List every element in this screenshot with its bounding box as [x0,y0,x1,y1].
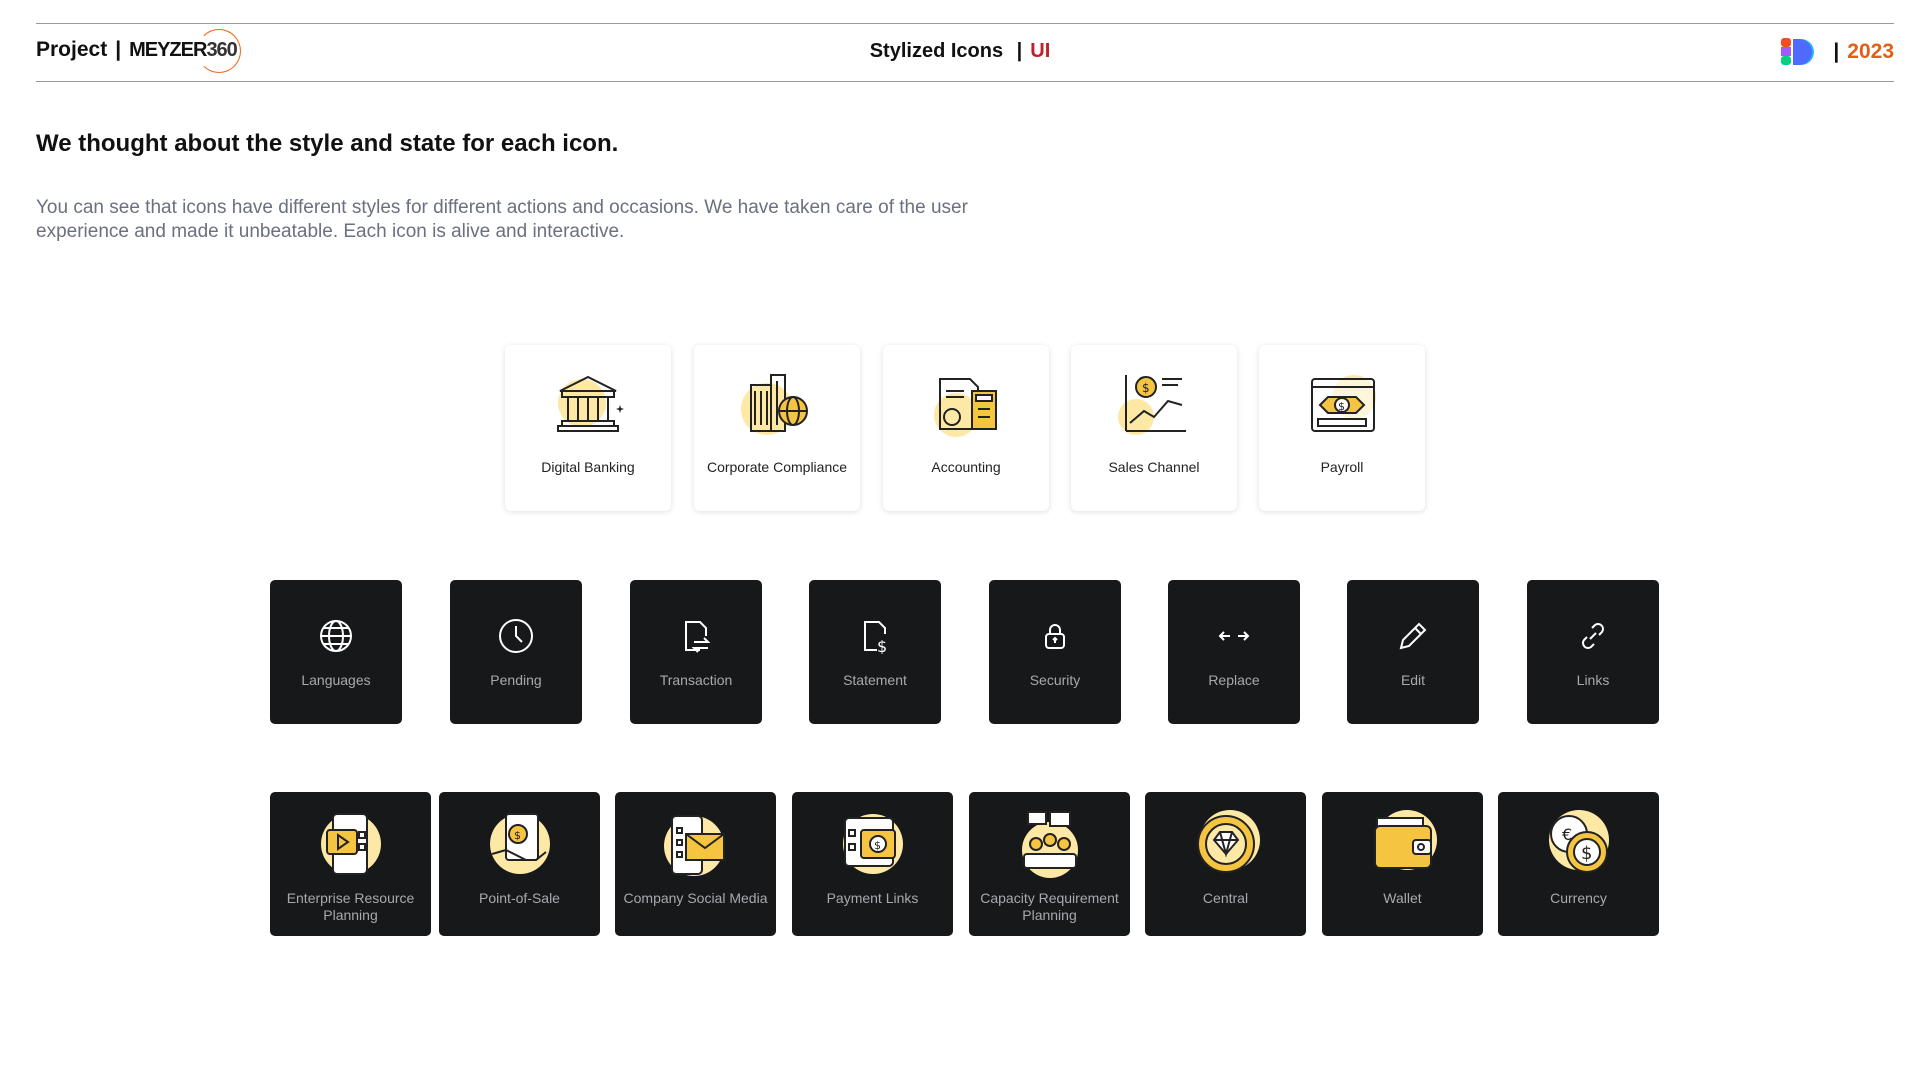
card-central[interactable]: Central [1145,792,1306,936]
card-label: Links [1576,672,1610,688]
pencil-icon [1399,622,1427,650]
year-label: 2023 [1847,40,1894,63]
card-label: Central [1202,890,1249,906]
pos-hand-coin-icon: $ [489,813,550,874]
card-wallet[interactable]: Wallet [1322,792,1483,936]
card-statement[interactable]: $ Statement [809,580,941,724]
bank-icon [557,375,624,432]
page-title: Stylized Icons | UI [0,40,1920,63]
card-languages[interactable]: Languages [270,580,402,724]
card-label: Languages [301,672,371,688]
section-description: You can see that icons have different st… [36,197,968,242]
title-separator: | [1016,40,1023,62]
building-globe-icon [741,374,808,435]
payroll-browser-icon: $ [1311,375,1376,432]
card-payroll[interactable]: $ Payroll [1259,345,1425,511]
card-label: Edit [1400,672,1426,688]
svg-text:$: $ [514,829,521,842]
card-label: Currency [1550,890,1607,906]
svg-text:€: € [1562,825,1572,844]
title-text: Stylized Icons [869,40,1004,62]
card-label: Corporate Compliance [706,459,848,475]
section-headline: We thought about the style and state for… [36,130,619,157]
card-edit[interactable]: Edit [1347,580,1479,724]
sales-chart-icon: $ [1118,375,1186,435]
figma-logo-icon [1781,38,1815,65]
coins-icon: € $ [1548,810,1609,873]
card-payment-links[interactable]: $ Payment Links [792,792,953,936]
card-digital-banking[interactable]: Digital Banking [505,345,671,511]
globe-icon [320,620,352,652]
social-mail-icon [663,815,725,876]
card-label: Pending [490,672,542,688]
svg-text:$: $ [874,839,881,852]
card-label: Capacity Requirement Planning [980,890,1119,923]
payment-link-icon: $ [842,814,903,874]
lock-icon [1045,624,1065,649]
file-transfer-icon [685,621,711,653]
card-label: Statement [843,672,907,688]
card-label: Wallet [1383,890,1422,906]
svg-text:$: $ [877,637,887,654]
card-links[interactable]: Links [1527,580,1659,724]
card-label: Enterprise Resource Planning [286,890,415,923]
card-accounting[interactable]: Accounting [883,345,1049,511]
card-replace[interactable]: Replace [1168,580,1300,724]
card-company-social-media[interactable]: Company Social Media [615,792,776,936]
svg-text:$: $ [1142,381,1150,395]
card-enterprise-resource-planning[interactable]: Enterprise Resource Planning [270,792,431,936]
card-sales-channel[interactable]: $ Sales Channel [1071,345,1237,511]
diamond-badge-icon [1196,810,1260,873]
card-label: Sales Channel [1108,459,1200,475]
card-label: Payroll [1320,459,1364,475]
card-transaction[interactable]: Transaction [630,580,762,724]
svg-text:$: $ [1338,400,1345,413]
year-separator: | [1833,40,1840,63]
header-bottom-rule [36,81,1894,82]
card-point-of-sale[interactable]: $ Point-of-Sale [439,792,600,936]
calculator-document-icon [934,378,997,437]
header-year: | 2023 [1781,38,1894,66]
card-label: Accounting [931,459,1001,475]
card-security[interactable]: Security [989,580,1121,724]
team-chat-icon [1021,811,1078,878]
card-label: Payment Links [826,890,919,906]
card-label: Digital Banking [541,459,635,475]
card-corporate-compliance[interactable]: Corporate Compliance [694,345,860,511]
title-accent: UI [1030,40,1051,62]
card-label: Point-of-Sale [479,890,560,906]
wallet-icon [1373,810,1437,870]
svg-text:$: $ [1581,843,1592,864]
header-top-rule [36,23,1894,24]
card-label: Security [1029,672,1081,688]
card-label: Replace [1208,672,1260,688]
card-label: Transaction [659,672,733,688]
link-icon [1582,623,1604,649]
card-capacity-requirement-planning[interactable]: Capacity Requirement Planning [969,792,1130,936]
clock-icon [499,619,533,653]
erp-phone-icon [320,813,381,875]
arrows-horizontal-icon [1218,631,1250,641]
card-label: Company Social Media [623,890,768,906]
card-pending[interactable]: Pending [450,580,582,724]
card-currency[interactable]: € $ Currency [1498,792,1659,936]
file-dollar-icon: $ [864,621,887,654]
